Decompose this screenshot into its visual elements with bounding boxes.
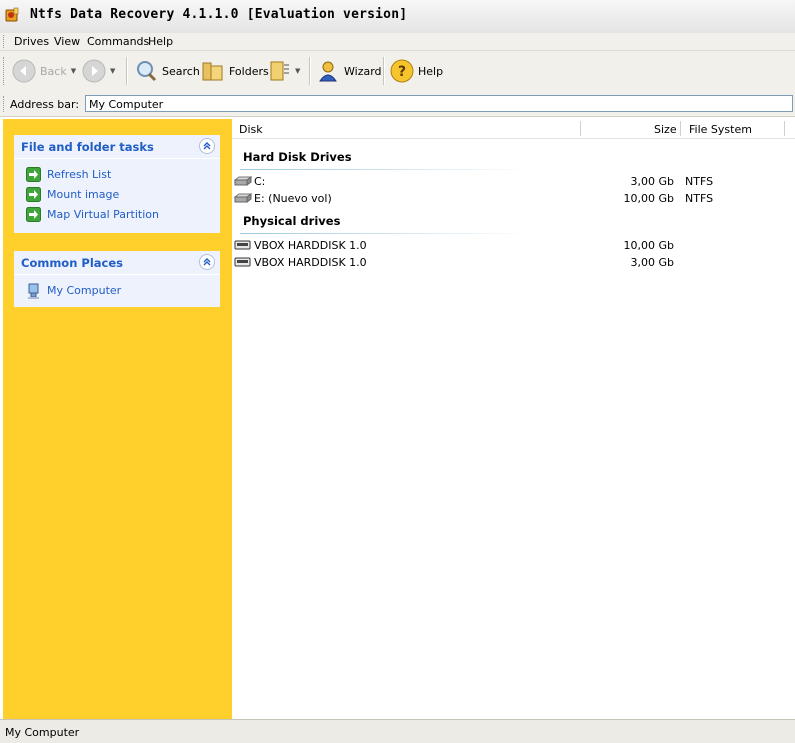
- collapse-chevron-icon[interactable]: [199, 138, 215, 154]
- table-row[interactable]: VBOX HARDDISK 1.0 10,00 Gb: [232, 237, 795, 254]
- green-arrow-icon: [26, 187, 41, 202]
- toolbar-separator: [309, 57, 311, 85]
- folders-button[interactable]: Folders: [201, 57, 269, 85]
- column-divider[interactable]: [680, 121, 681, 136]
- menu-grip: [3, 35, 6, 48]
- task-pane: File and folder tasks Refresh List Mount…: [3, 119, 232, 719]
- views-dropdown-icon[interactable]: ▼: [295, 67, 300, 75]
- address-grip: [3, 96, 6, 112]
- search-label: Search: [162, 64, 200, 78]
- toolbar-separator: [383, 57, 385, 85]
- back-label: Back: [40, 64, 67, 78]
- toolbar-separator: [126, 57, 128, 85]
- drive-name: VBOX HARDDISK 1.0: [254, 239, 367, 252]
- window-title: Ntfs Data Recovery 4.1.1.0 [Evaluation v…: [30, 7, 408, 22]
- menu-drives[interactable]: Drives: [14, 35, 49, 48]
- drive-file-system: NTFS: [685, 175, 714, 188]
- menu-bar: Drives View Commands Help: [0, 33, 795, 51]
- drive-size: 3,00 Gb: [630, 175, 675, 188]
- panel-title: File and folder tasks: [21, 140, 154, 154]
- wizard-icon: [319, 61, 337, 82]
- group-underline: [240, 169, 530, 170]
- group-underline: [240, 233, 530, 234]
- forward-arrow-icon: [82, 59, 106, 83]
- task-label[interactable]: Mount image: [47, 188, 119, 201]
- views-button[interactable]: ▼: [269, 57, 300, 85]
- views-icon: [270, 61, 289, 81]
- search-icon: [137, 61, 157, 82]
- forward-dropdown-icon[interactable]: ▼: [110, 67, 115, 75]
- group-header-physical-drives: Physical drives: [243, 214, 341, 228]
- help-button[interactable]: ? Help: [390, 57, 443, 85]
- folders-icon: [202, 62, 223, 81]
- column-disk[interactable]: Disk: [239, 123, 263, 136]
- back-button[interactable]: Back ▼: [12, 57, 76, 85]
- menu-view[interactable]: View: [54, 35, 80, 48]
- task-map-virtual-partition[interactable]: Map Virtual Partition: [14, 205, 220, 225]
- search-button[interactable]: Search: [134, 57, 200, 85]
- wizard-label: Wizard: [344, 64, 382, 78]
- table-row[interactable]: VBOX HARDDISK 1.0 3,00 Gb: [232, 254, 795, 271]
- file-folder-tasks-header[interactable]: File and folder tasks: [14, 135, 220, 158]
- physical-drive-icon: [234, 240, 251, 250]
- drive-size: 10,00 Gb: [623, 192, 675, 205]
- address-bar: Address bar: My Computer: [0, 92, 795, 117]
- toolbar: Back ▼ ▼ Search Folders ▼ Wizard ? Help: [0, 51, 795, 93]
- group-header-hard-disk-drives: Hard Disk Drives: [243, 150, 352, 164]
- drive-size: 3,00 Gb: [630, 256, 675, 269]
- column-file-system[interactable]: File System: [689, 123, 752, 136]
- green-arrow-icon: [26, 207, 41, 222]
- task-label[interactable]: Map Virtual Partition: [47, 208, 159, 221]
- task-label[interactable]: Refresh List: [47, 168, 111, 181]
- common-places-header[interactable]: Common Places: [14, 251, 220, 274]
- toolbar-grip: [3, 57, 6, 85]
- menu-commands[interactable]: Commands: [87, 35, 149, 48]
- drive-list: Disk Size File System Hard Disk Drives C…: [232, 119, 795, 719]
- app-icon: [4, 7, 20, 23]
- drive-file-system: NTFS: [685, 192, 714, 205]
- table-row[interactable]: E: (Nuevo vol) 10,00 Gb NTFS: [232, 190, 795, 207]
- drive-size: 10,00 Gb: [623, 239, 675, 252]
- wizard-button[interactable]: Wizard: [316, 57, 382, 85]
- help-icon: ?: [390, 59, 414, 83]
- place-label[interactable]: My Computer: [47, 284, 121, 297]
- physical-drive-icon: [234, 257, 251, 267]
- common-places-panel: Common Places My Computer: [14, 251, 220, 307]
- status-bar: My Computer: [0, 719, 795, 743]
- drive-name: E: (Nuevo vol): [254, 192, 332, 205]
- back-dropdown-icon[interactable]: ▼: [71, 67, 76, 75]
- task-refresh-list[interactable]: Refresh List: [14, 165, 220, 185]
- hard-disk-icon: [234, 193, 252, 203]
- column-divider[interactable]: [580, 121, 581, 136]
- table-row[interactable]: C: 3,00 Gb NTFS: [232, 173, 795, 190]
- help-label: Help: [418, 64, 444, 78]
- title-bar: Ntfs Data Recovery 4.1.1.0 [Evaluation v…: [0, 0, 795, 34]
- hard-disk-icon: [234, 176, 252, 186]
- collapse-chevron-icon[interactable]: [199, 254, 215, 270]
- column-size[interactable]: Size: [654, 123, 677, 136]
- column-header: Disk Size File System: [232, 119, 795, 139]
- folders-label: Folders: [229, 64, 269, 78]
- common-places-body: My Computer: [14, 274, 220, 307]
- menu-help[interactable]: Help: [148, 35, 173, 48]
- drive-name: VBOX HARDDISK 1.0: [254, 256, 367, 269]
- place-my-computer[interactable]: My Computer: [14, 281, 220, 301]
- panel-title: Common Places: [21, 256, 123, 270]
- file-folder-tasks-body: Refresh List Mount image Map Virtual Par…: [14, 158, 220, 233]
- column-divider[interactable]: [784, 121, 785, 136]
- computer-icon: [28, 283, 39, 299]
- svg-text:?: ?: [398, 64, 406, 80]
- address-label: Address bar:: [10, 98, 80, 111]
- status-text: My Computer: [5, 726, 80, 739]
- address-field[interactable]: My Computer: [85, 95, 793, 112]
- drive-name: C:: [254, 175, 266, 188]
- green-arrow-icon: [26, 167, 41, 182]
- forward-button[interactable]: ▼: [82, 57, 115, 85]
- file-folder-tasks-panel: File and folder tasks Refresh List Mount…: [14, 135, 220, 233]
- back-arrow-icon: [12, 59, 36, 83]
- task-mount-image[interactable]: Mount image: [14, 185, 220, 205]
